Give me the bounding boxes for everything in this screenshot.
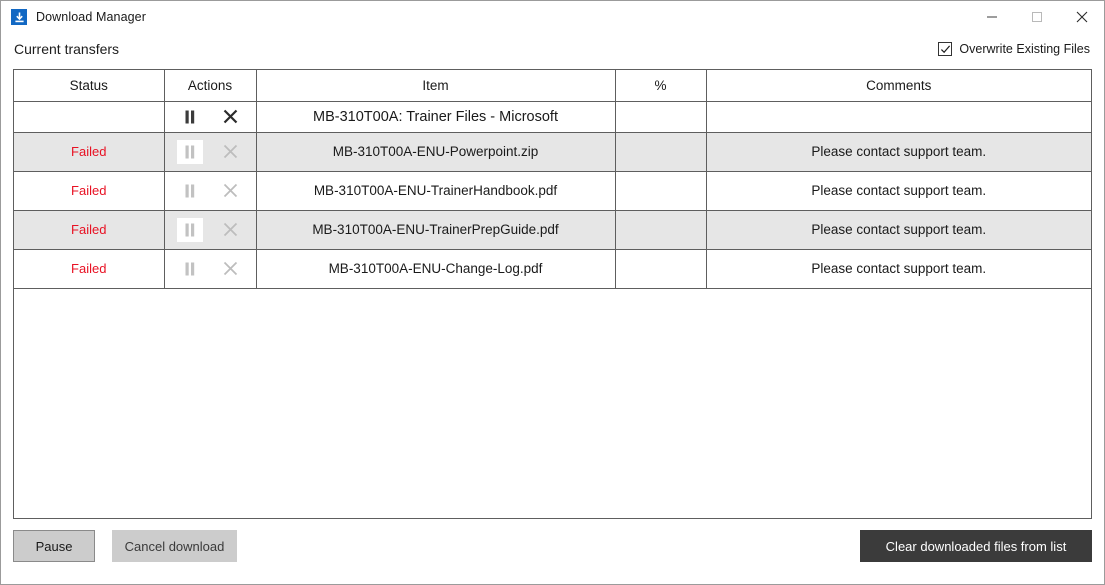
pause-transfer-button bbox=[177, 217, 203, 242]
cancel-download-button[interactable]: Cancel download bbox=[112, 530, 237, 562]
close-icon bbox=[223, 261, 237, 276]
minimize-button[interactable] bbox=[969, 1, 1014, 33]
pause-transfer-button bbox=[177, 139, 203, 164]
column-header-status[interactable]: Status bbox=[14, 70, 165, 102]
cell-actions bbox=[164, 171, 257, 211]
comment-text: Please contact support team. bbox=[811, 222, 987, 237]
status-badge: Failed bbox=[71, 261, 107, 276]
column-header-comments[interactable]: Comments bbox=[706, 70, 1091, 102]
cell-actions bbox=[164, 249, 257, 289]
cell-comment: Please contact support team. bbox=[706, 171, 1091, 211]
cell-item: MB-310T00A-ENU-TrainerPrepGuide.pdf bbox=[256, 210, 616, 250]
close-icon bbox=[223, 144, 237, 159]
cell-actions bbox=[164, 210, 257, 250]
comment-text: Please contact support team. bbox=[811, 261, 987, 276]
item-name: MB-310T00A-ENU-TrainerHandbook.pdf bbox=[313, 183, 558, 198]
close-button[interactable] bbox=[1059, 1, 1104, 33]
cancel-transfer-button bbox=[217, 257, 243, 281]
column-header-actions[interactable]: Actions bbox=[164, 70, 257, 102]
cell-comment: Please contact support team. bbox=[706, 132, 1091, 172]
title-bar: Download Manager bbox=[1, 1, 1104, 33]
footer-bar: Pause Cancel download Clear downloaded f… bbox=[1, 530, 1105, 564]
overwrite-existing-files-checkbox[interactable]: Overwrite Existing Files bbox=[938, 42, 1090, 56]
item-name: MB-310T00A-ENU-Change-Log.pdf bbox=[328, 261, 543, 276]
transfers-table: Status Actions Item % Comments MB-310T00… bbox=[14, 70, 1091, 289]
cell-item: MB-310T00A-ENU-Change-Log.pdf bbox=[256, 249, 616, 289]
cell-status: Failed bbox=[14, 210, 165, 250]
clear-downloaded-files-button[interactable]: Clear downloaded files from list bbox=[860, 530, 1092, 562]
comment-text: Please contact support team. bbox=[811, 183, 987, 198]
cell-percent bbox=[615, 132, 707, 172]
table-row[interactable]: Failed MB-310T00A-ENU-TrainerPrepGuide.pd… bbox=[14, 210, 1091, 250]
maximize-button[interactable] bbox=[1014, 1, 1059, 33]
cell-status: Failed bbox=[14, 171, 165, 211]
pause-transfer-button bbox=[177, 179, 203, 203]
cell-comment: Please contact support team. bbox=[706, 210, 1091, 250]
cell-percent bbox=[615, 171, 707, 211]
cell-actions bbox=[164, 132, 257, 172]
item-name: MB-310T00A-ENU-TrainerPrepGuide.pdf bbox=[312, 222, 559, 237]
cell-percent bbox=[615, 210, 707, 250]
table-row[interactable]: Failed MB-310T00A-ENU-Change-Log.pdf Pleas… bbox=[14, 249, 1091, 289]
status-badge: Failed bbox=[71, 183, 107, 198]
current-transfers-label: Current transfers bbox=[14, 41, 120, 57]
group-title: MB-310T00A: Trainer Files - Microsoft bbox=[313, 108, 558, 125]
checkbox-box[interactable] bbox=[938, 42, 953, 56]
table-row[interactable]: Failed MB-310T00A-ENU-Powerpoint.zip Pleas… bbox=[14, 132, 1091, 172]
cancel-transfer-button bbox=[217, 218, 243, 242]
window-title: Download Manager bbox=[36, 10, 146, 24]
pause-icon bbox=[185, 262, 195, 275]
status-badge: Failed bbox=[71, 144, 107, 159]
close-icon bbox=[223, 109, 237, 124]
cell-item: MB-310T00A-ENU-TrainerHandbook.pdf bbox=[256, 171, 616, 211]
overwrite-label: Overwrite Existing Files bbox=[959, 42, 1090, 56]
item-name: MB-310T00A-ENU-Powerpoint.zip bbox=[332, 144, 539, 159]
cell-item: MB-310T00A: Trainer Files - Microsoft bbox=[256, 101, 616, 133]
window-controls bbox=[969, 1, 1104, 33]
pause-button[interactable]: Pause bbox=[13, 530, 95, 562]
pause-icon bbox=[185, 145, 195, 158]
sub-header: Current transfers Overwrite Existing Fil… bbox=[1, 39, 1104, 67]
maximize-icon bbox=[1031, 12, 1042, 22]
minimize-icon bbox=[986, 16, 997, 18]
close-icon bbox=[223, 183, 237, 198]
transfers-list[interactable]: Status Actions Item % Comments MB-310T00… bbox=[13, 69, 1092, 519]
download-manager-window: Download Manager Current transfers Overw… bbox=[0, 0, 1105, 585]
cell-actions bbox=[164, 101, 257, 133]
cell-status bbox=[14, 101, 165, 133]
close-icon bbox=[1076, 11, 1087, 23]
cell-item: MB-310T00A-ENU-Powerpoint.zip bbox=[256, 132, 616, 172]
table-header-row: Status Actions Item % Comments bbox=[14, 70, 1091, 102]
download-icon bbox=[11, 9, 27, 25]
cell-status: Failed bbox=[14, 249, 165, 289]
pause-icon bbox=[185, 110, 195, 123]
column-header-item[interactable]: Item bbox=[256, 70, 616, 102]
cancel-transfer-button bbox=[217, 179, 243, 203]
check-icon bbox=[940, 45, 950, 53]
pause-icon bbox=[185, 223, 195, 236]
table-body: MB-310T00A: Trainer Files - Microsoft Fai… bbox=[14, 101, 1091, 289]
cancel-transfer-button[interactable] bbox=[217, 105, 243, 129]
cell-percent bbox=[615, 249, 707, 289]
pause-transfer-button bbox=[177, 257, 203, 281]
pause-transfer-button[interactable] bbox=[177, 105, 203, 129]
comment-text: Please contact support team. bbox=[811, 144, 987, 159]
table-row-group[interactable]: MB-310T00A: Trainer Files - Microsoft bbox=[14, 101, 1091, 133]
column-header-percent[interactable]: % bbox=[615, 70, 707, 102]
cell-percent bbox=[615, 101, 707, 133]
cell-comment bbox=[706, 101, 1091, 133]
close-icon bbox=[223, 222, 237, 237]
table-row[interactable]: Failed MB-310T00A-ENU-TrainerHandbook.pdf… bbox=[14, 171, 1091, 211]
cancel-transfer-button bbox=[217, 140, 243, 164]
pause-icon bbox=[185, 184, 195, 197]
status-badge: Failed bbox=[71, 222, 107, 237]
cell-comment: Please contact support team. bbox=[706, 249, 1091, 289]
cell-status: Failed bbox=[14, 132, 165, 172]
